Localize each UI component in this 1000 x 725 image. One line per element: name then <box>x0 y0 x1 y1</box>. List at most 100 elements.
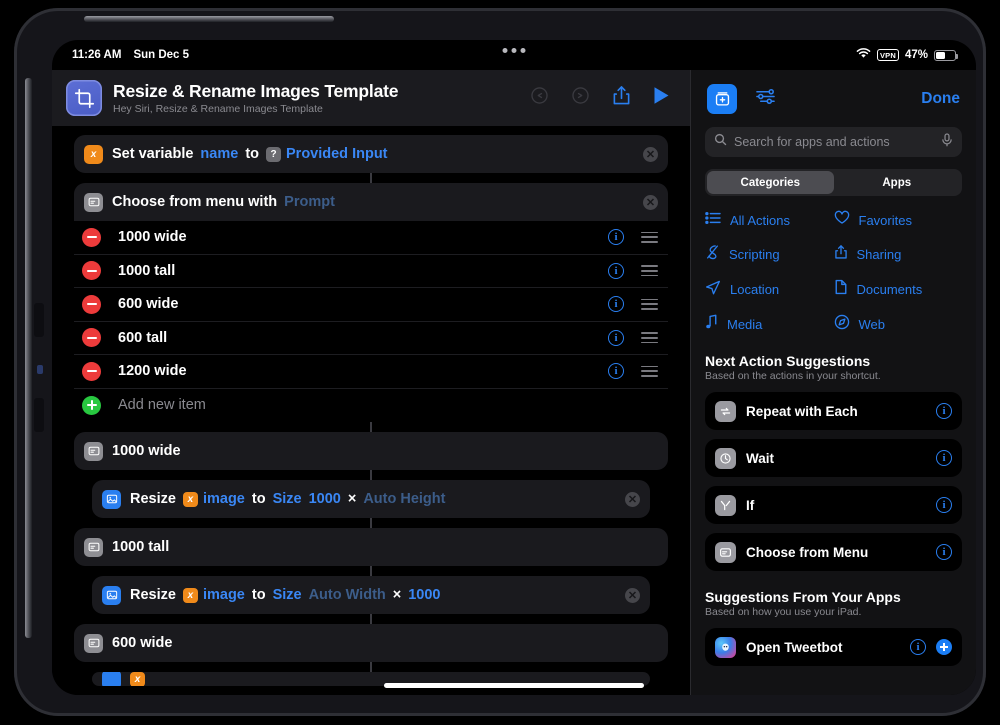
undo-icon[interactable] <box>530 86 549 110</box>
action-resize-2[interactable]: Resize x image to Size Auto Width × 1000… <box>92 576 650 614</box>
close-icon[interactable]: ✕ <box>643 194 658 210</box>
resize-height-value[interactable]: Auto Height <box>363 491 445 507</box>
menu-item-row[interactable]: 1000 wide i <box>74 221 668 255</box>
resize-height-value[interactable]: 1000 <box>408 587 440 603</box>
sliders-icon[interactable] <box>755 87 776 111</box>
home-indicator[interactable] <box>384 683 644 688</box>
play-icon[interactable] <box>653 86 670 110</box>
reorder-grip-icon[interactable] <box>641 231 658 243</box>
add-new-item-row[interactable]: Add new item <box>74 388 668 422</box>
next-action-suggestions-section: Next Action Suggestions Based on the act… <box>705 353 962 571</box>
category-item-all-actions[interactable]: All Actions <box>705 210 834 230</box>
suggestion-repeat-with-each[interactable]: Repeat with Each i <box>705 392 962 430</box>
multitask-handle-icon[interactable] <box>502 48 526 53</box>
category-label: Scripting <box>729 247 780 262</box>
reorder-grip-icon[interactable] <box>641 365 658 377</box>
search-input[interactable]: Search for apps and actions <box>705 127 962 157</box>
shortcut-title-block[interactable]: Resize & Rename Images Template Hey Siri… <box>113 81 398 115</box>
info-icon[interactable]: i <box>608 329 624 346</box>
suggestion-list: Repeat with Each i Wait i If i Choose fr… <box>705 392 962 571</box>
variable-name-token[interactable]: name <box>200 146 238 162</box>
vpn-badge: VPN <box>876 49 899 61</box>
info-icon[interactable]: i <box>608 262 624 279</box>
provided-input-token[interactable]: ? Provided Input <box>266 146 388 162</box>
microphone-icon[interactable] <box>941 132 953 152</box>
info-icon[interactable]: i <box>608 296 624 313</box>
volume-up-button[interactable] <box>34 303 44 337</box>
remove-icon[interactable] <box>82 328 101 348</box>
info-icon[interactable]: i <box>936 403 952 419</box>
reorder-grip-icon[interactable] <box>641 298 658 310</box>
editor-action-list[interactable]: x Set variable name to ? Provided Input … <box>52 127 690 695</box>
choose-menu-verb: Choose from menu with <box>112 194 278 210</box>
reorder-grip-icon[interactable] <box>641 265 658 277</box>
add-icon[interactable] <box>82 395 101 415</box>
status-time: 11:26 AM <box>72 49 122 61</box>
volume-down-button[interactable] <box>34 398 44 432</box>
editor-header-actions <box>530 85 676 111</box>
resize-width-value[interactable]: 1000 <box>309 491 341 507</box>
tab-categories[interactable]: Categories <box>707 171 834 194</box>
category-item-favorites[interactable]: Favorites <box>834 210 963 230</box>
close-icon[interactable]: ✕ <box>625 587 640 603</box>
info-icon[interactable]: i <box>910 639 926 655</box>
close-icon[interactable]: ✕ <box>625 491 640 507</box>
prompt-placeholder-token[interactable]: Prompt <box>284 194 335 210</box>
image-variable-token[interactable]: x image <box>182 491 245 507</box>
add-action-icon[interactable] <box>707 83 737 114</box>
category-item-location[interactable]: Location <box>705 279 834 300</box>
menu-item-tools: i <box>608 329 658 346</box>
menu-icon <box>84 192 103 212</box>
share-icon[interactable] <box>612 85 631 111</box>
resize-times-symbol: × <box>347 491 357 507</box>
menu-item-row[interactable]: 1000 tall i <box>74 254 668 288</box>
image-variable-label: image <box>202 587 245 603</box>
remove-icon[interactable] <box>82 361 101 381</box>
remove-icon[interactable] <box>82 227 101 247</box>
category-item-web[interactable]: Web <box>834 314 963 335</box>
menu-item-row[interactable]: 1200 wide i <box>74 355 668 389</box>
action-resize-1[interactable]: Resize x image to Size 1000 × Auto Heigh… <box>92 480 650 518</box>
info-icon[interactable]: i <box>936 497 952 513</box>
info-icon[interactable]: i <box>936 544 952 560</box>
close-icon[interactable]: ✕ <box>643 146 658 162</box>
status-bar-right: VPN 47% <box>856 40 958 70</box>
menu-branch-1000-wide[interactable]: 1000 wide <box>74 432 668 470</box>
suggestion-wait[interactable]: Wait i <box>705 439 962 477</box>
tab-apps[interactable]: Apps <box>834 171 961 194</box>
category-item-scripting[interactable]: Scripting <box>705 244 834 265</box>
remove-icon[interactable] <box>82 294 101 314</box>
category-item-documents[interactable]: Documents <box>834 279 963 300</box>
remove-icon[interactable] <box>82 261 101 281</box>
repeat-icon <box>715 400 736 422</box>
suggestion-choose-from-menu[interactable]: Choose from Menu i <box>705 533 962 571</box>
menu-item-row[interactable]: 600 wide i <box>74 288 668 322</box>
action-choose-from-menu[interactable]: Choose from menu with Prompt ✕ <box>74 183 668 221</box>
device-frame: 11:26 AM Sun Dec 5 VPN 47% Resize & Rena… <box>14 8 986 716</box>
info-icon[interactable]: i <box>936 450 952 466</box>
menu-branch-1000-tall[interactable]: 1000 tall <box>74 528 668 566</box>
info-icon[interactable]: i <box>608 229 624 246</box>
info-icon[interactable]: i <box>608 363 624 380</box>
provided-input-label: Provided Input <box>286 146 388 162</box>
menu-icon <box>715 541 736 563</box>
resize-size-label[interactable]: Size <box>273 587 302 603</box>
image-variable-token[interactable]: x image <box>182 587 245 603</box>
crop-icon[interactable] <box>66 80 102 116</box>
done-button[interactable]: Done <box>921 90 960 108</box>
action-set-variable[interactable]: x Set variable name to ? Provided Input … <box>74 135 668 173</box>
library-segmented-control[interactable]: Categories Apps <box>705 169 962 196</box>
category-item-media[interactable]: Media <box>705 314 834 335</box>
battery-percent: 47% <box>904 49 928 61</box>
suggestion-open-tweetbot[interactable]: Open Tweetbot i <box>705 628 962 666</box>
menu-branch-600-wide[interactable]: 600 wide <box>74 624 668 662</box>
menu-item-row[interactable]: 600 tall i <box>74 321 668 355</box>
add-icon[interactable] <box>936 639 952 655</box>
suggestion-if[interactable]: If i <box>705 486 962 524</box>
suggestion-label: Wait <box>746 450 774 466</box>
reorder-grip-icon[interactable] <box>641 332 658 344</box>
category-item-sharing[interactable]: Sharing <box>834 244 963 265</box>
resize-width-value[interactable]: Auto Width <box>309 587 386 603</box>
resize-size-label[interactable]: Size <box>273 491 302 507</box>
redo-icon[interactable] <box>571 86 590 110</box>
